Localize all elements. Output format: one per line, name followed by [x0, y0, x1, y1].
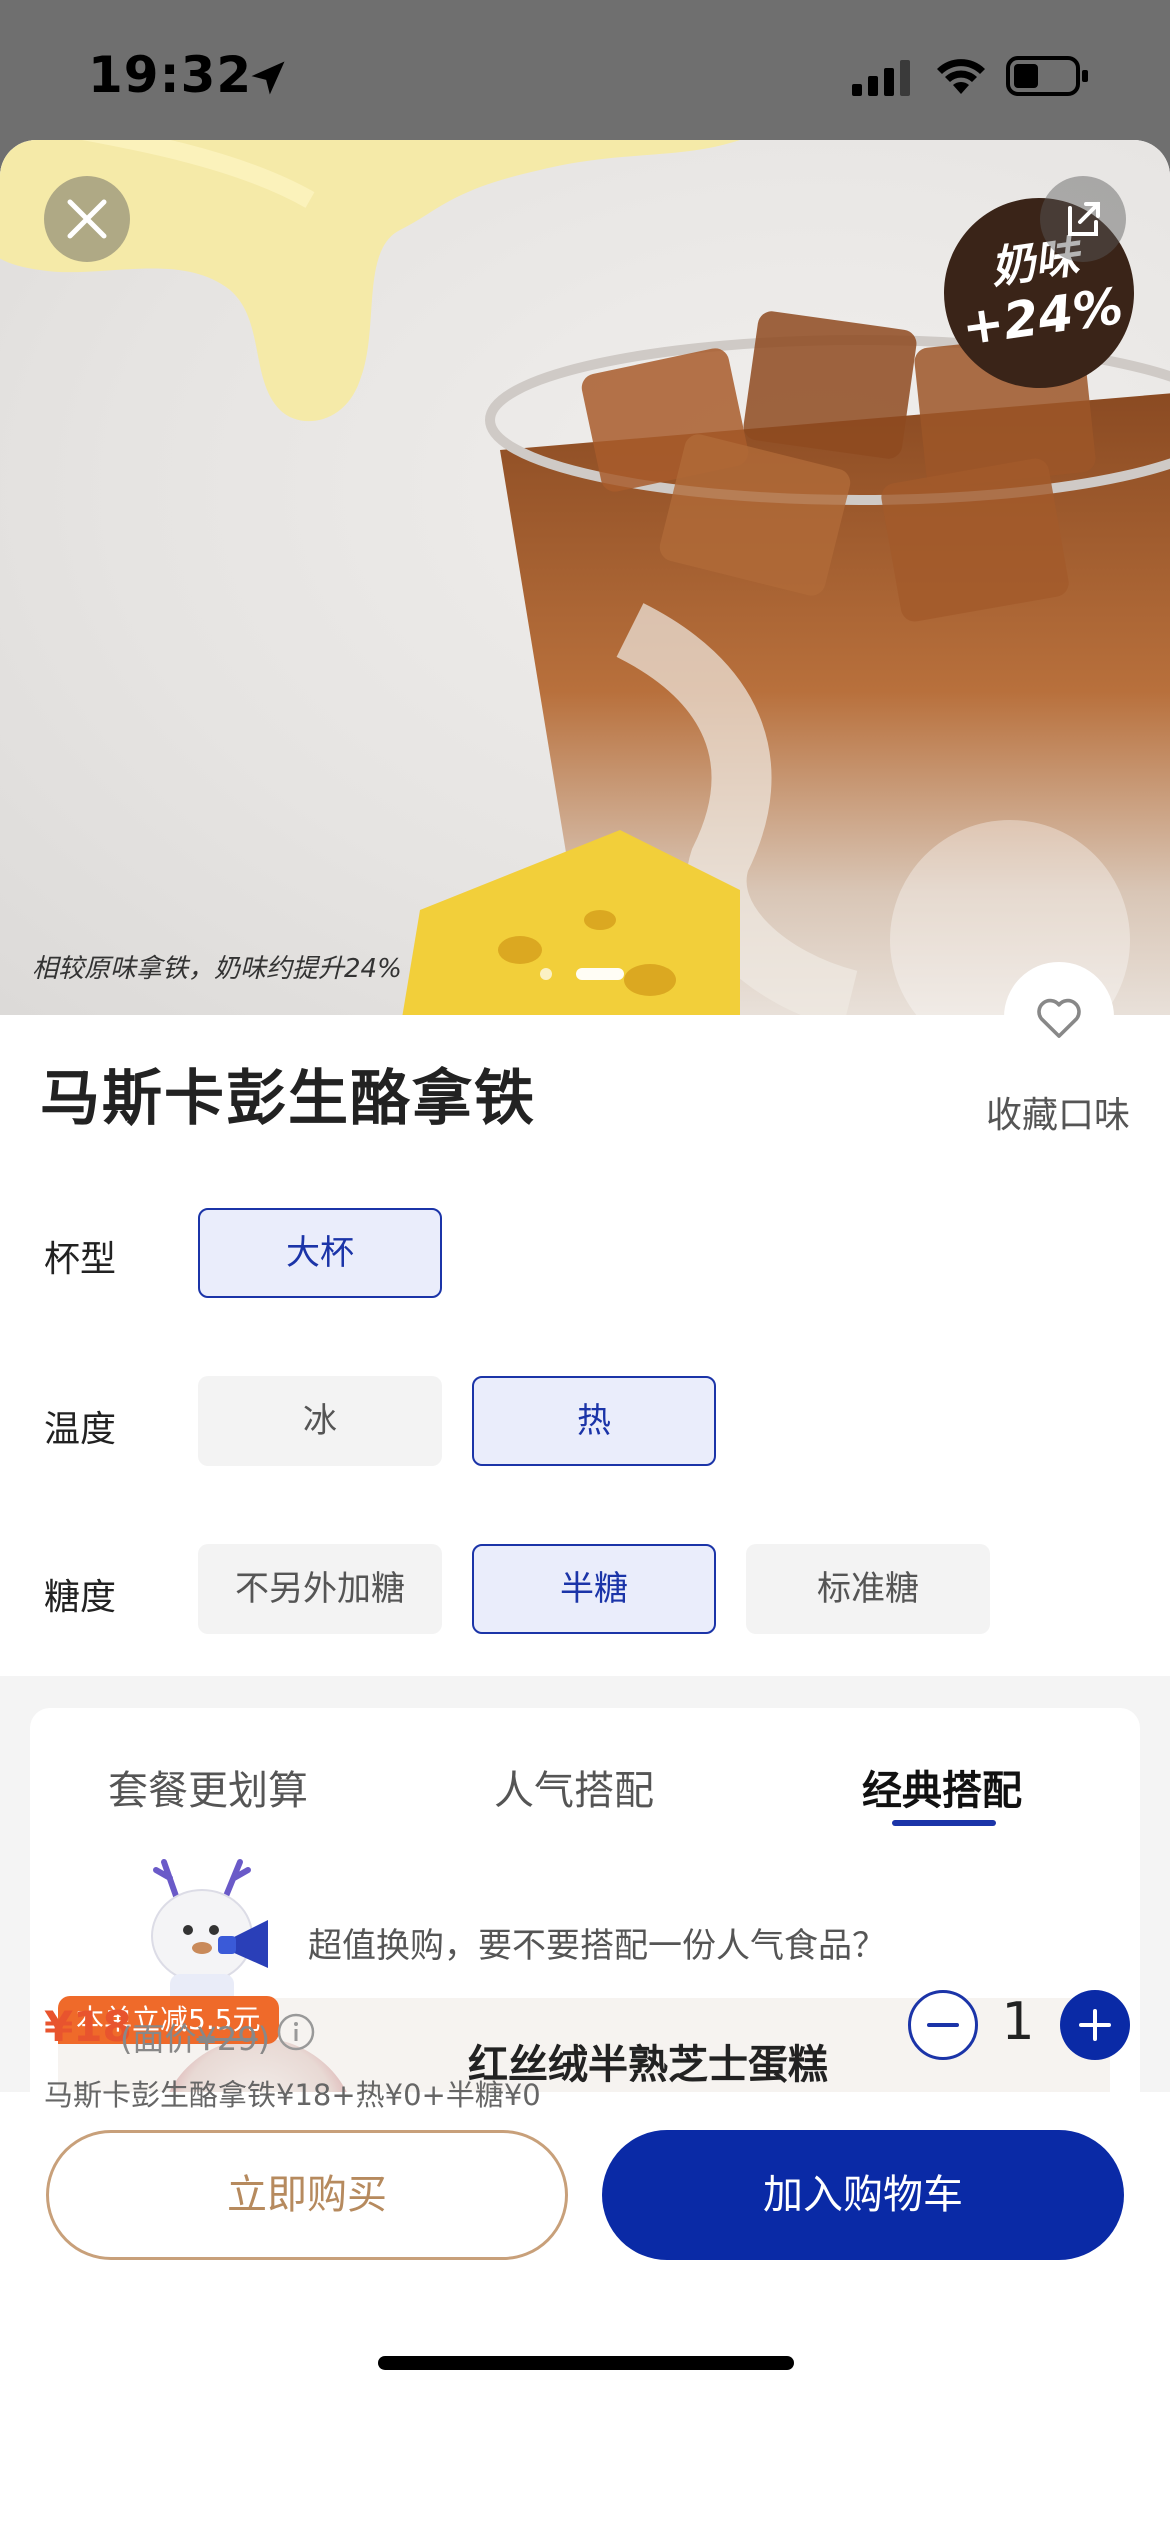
quantity-value: 1 [1001, 1992, 1035, 2052]
location-arrow-icon [251, 61, 285, 95]
info-icon[interactable] [276, 2012, 316, 2052]
current-price: ¥18 [44, 2002, 132, 2051]
tab-combo-deal[interactable]: 套餐更划算 [108, 1758, 308, 1816]
deer-mascot-megaphone-icon [151, 1859, 268, 2010]
cup-size-label: 杯型 [44, 1239, 117, 1280]
favorite-label[interactable]: 收藏口味 [986, 1086, 1130, 1138]
share-button[interactable] [1040, 176, 1126, 262]
product-title: 马斯卡彭生酪拿铁 [40, 1064, 536, 1134]
cellular-signal-icon [852, 60, 910, 96]
combo-promo-text: 超值换购，要不要搭配一份人气食品？ [308, 1926, 886, 1966]
price-breakdown: 马斯卡彭生酪拿铁¥18+热¥0+半糖¥0 [44, 2078, 541, 2112]
face-price-prefix: (面价 [120, 2020, 197, 2058]
battery-icon [1006, 56, 1088, 96]
temperature-option-hot[interactable]: 热 [472, 1376, 716, 1466]
sugar-option-standard[interactable]: 标准糖 [746, 1544, 990, 1634]
sugar-label: 糖度 [44, 1577, 117, 1618]
active-tab-indicator [892, 1820, 996, 1826]
favorite-button[interactable] [1004, 962, 1114, 1072]
tab-popular-pairing[interactable]: 人气搭配 [494, 1758, 654, 1816]
cup-option-large[interactable]: 大杯 [198, 1208, 442, 1298]
wifi-icon [937, 59, 985, 94]
quantity-decrease-button[interactable] [908, 1990, 978, 2060]
minus-icon [927, 2023, 959, 2027]
face-price-value: ¥29 [196, 2020, 258, 2058]
product-hero-image[interactable]: 奶味 +24% 相较原味拿铁，奶味约提升24% [0, 140, 1170, 1015]
home-indicator[interactable] [378, 2356, 794, 2370]
temperature-option-iced[interactable]: 冰 [198, 1376, 442, 1466]
close-icon [67, 199, 107, 239]
hero-caption: 相较原味拿铁，奶味约提升24% [32, 954, 402, 984]
cheese-wedge-graphic [402, 830, 740, 1015]
face-price-suffix: ) [257, 2020, 271, 2058]
heart-outline-icon [1037, 998, 1081, 1038]
face-price: (面价¥29) [120, 2014, 270, 2060]
add-to-cart-button[interactable]: 加入购物车 [602, 2130, 1124, 2260]
share-icon [1068, 202, 1100, 236]
close-button[interactable] [44, 176, 130, 262]
status-bar: 19:32 [0, 0, 1170, 140]
sugar-option-half[interactable]: 半糖 [472, 1544, 716, 1634]
carousel-dot [540, 968, 552, 980]
plus-icon [1079, 2009, 1111, 2041]
tab-classic-pairing[interactable]: 经典搭配 [862, 1758, 1022, 1816]
quantity-increase-button[interactable] [1060, 1990, 1130, 2060]
product-sheet: 奶味 +24% 相较原味拿铁，奶味约提升24% 收藏口味 马斯卡彭生酪拿铁 杯型… [0, 140, 1170, 2532]
sugar-option-none[interactable]: 不另外加糖 [198, 1544, 442, 1634]
temperature-label: 温度 [44, 1409, 117, 1450]
status-time: 19:32 [88, 46, 253, 104]
carousel-dot-active [576, 968, 624, 980]
buy-now-button[interactable]: 立即购买 [46, 2130, 568, 2260]
